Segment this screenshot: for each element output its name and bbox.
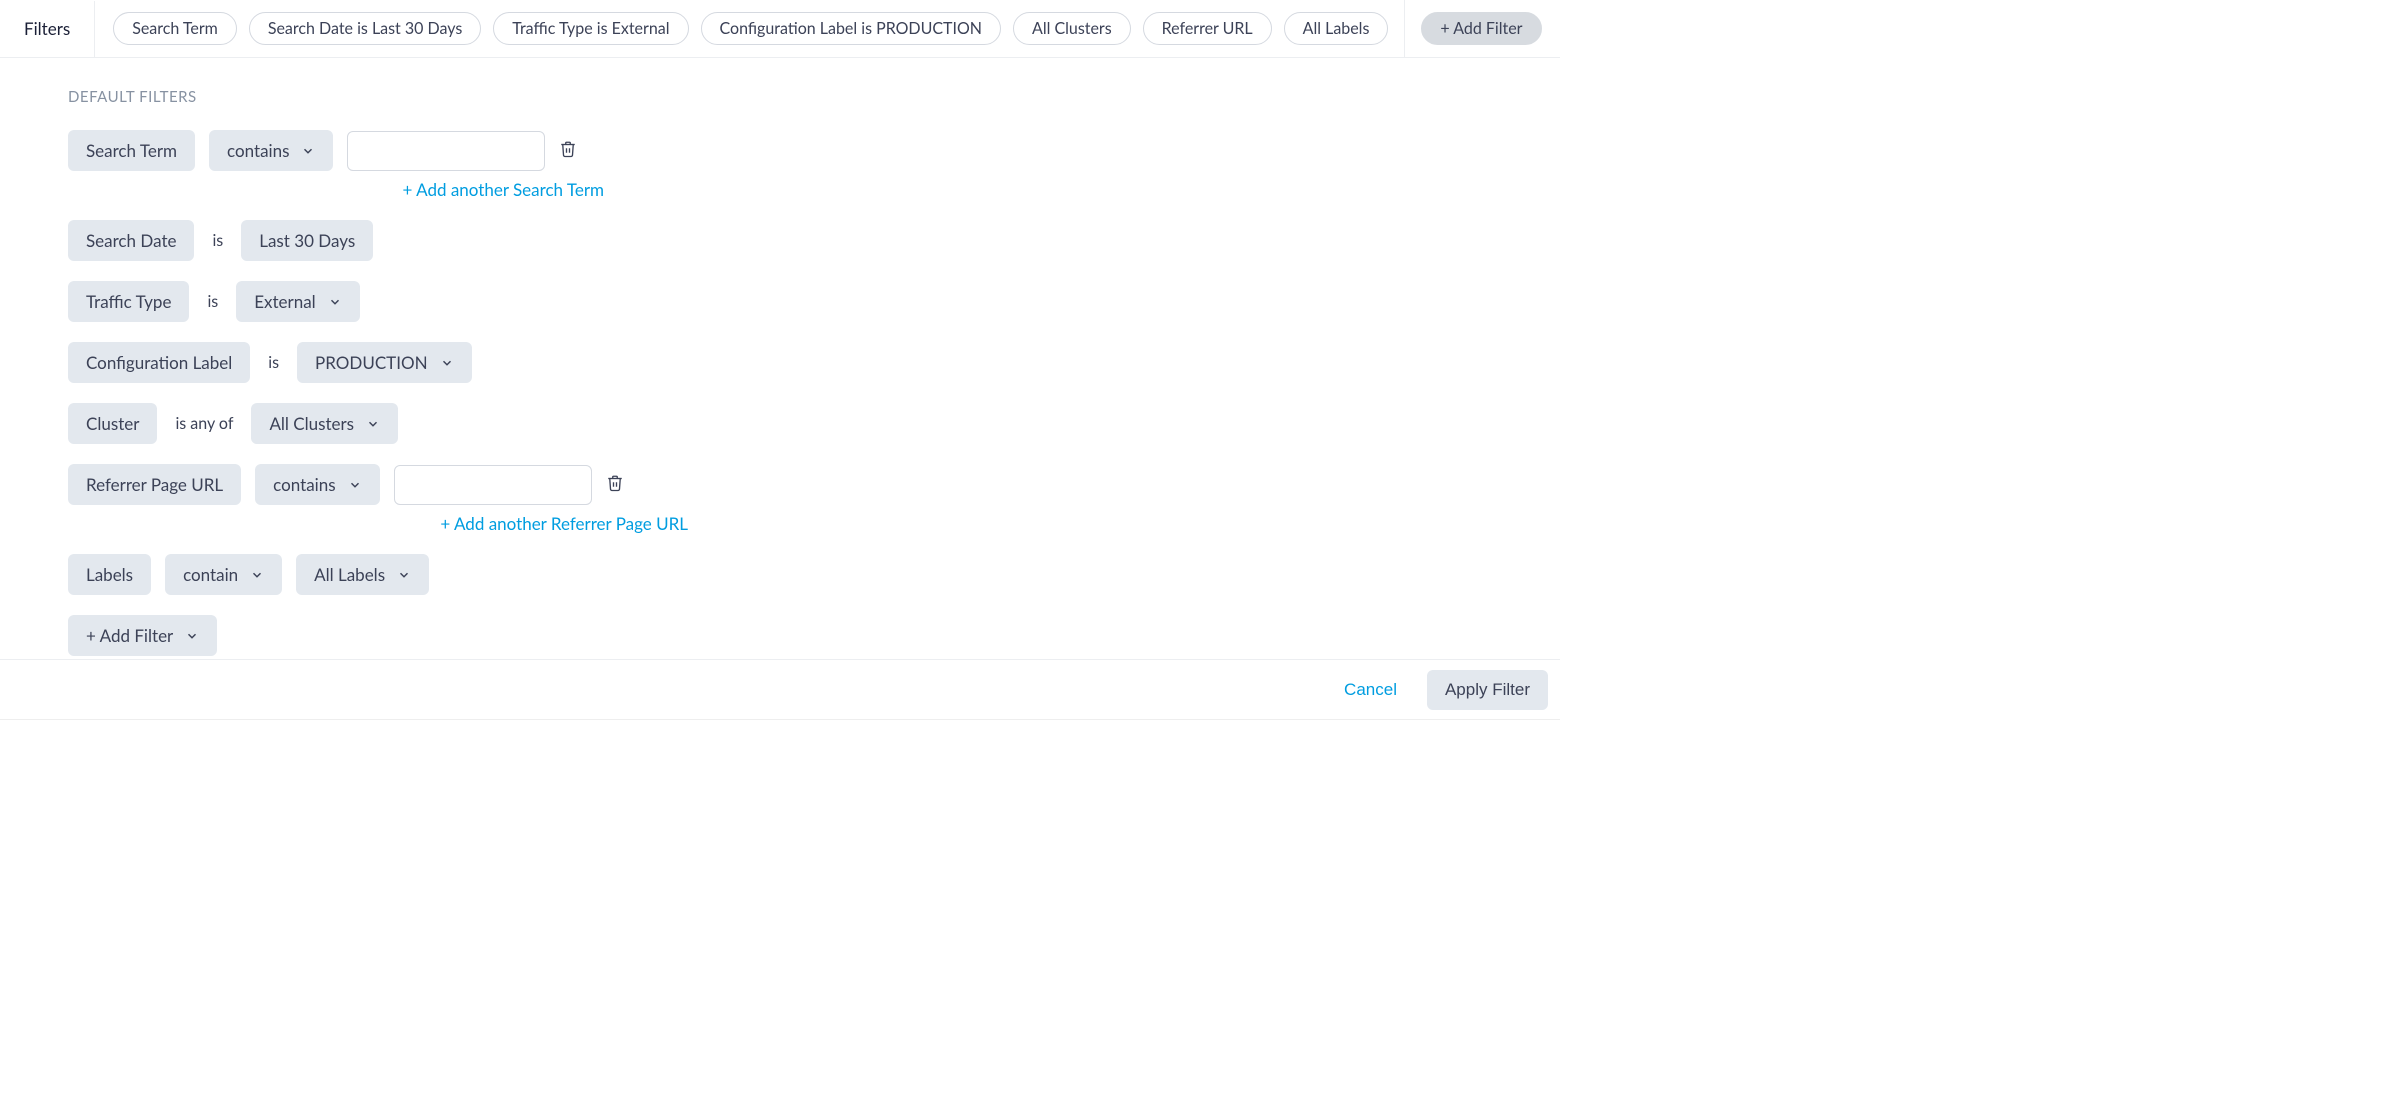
value-chip-traffic-type[interactable]: External (236, 281, 359, 322)
field-chip-traffic-type[interactable]: Traffic Type (68, 281, 189, 322)
pill-configuration-label[interactable]: Configuration Label is PRODUCTION (701, 12, 1002, 45)
pill-search-date[interactable]: Search Date is Last 30 Days (249, 12, 481, 45)
operator-label: contains (273, 474, 335, 495)
chevron-down-icon (440, 356, 454, 370)
pill-all-labels[interactable]: All Labels (1284, 12, 1389, 45)
chevron-down-icon (250, 568, 264, 582)
chevron-down-icon (366, 417, 380, 431)
field-chip-cluster[interactable]: Cluster (68, 403, 157, 444)
add-filter-button[interactable]: + Add Filter (68, 615, 217, 656)
field-chip-search-term[interactable]: Search Term (68, 130, 195, 171)
filter-footer: Cancel Apply Filter (0, 659, 1560, 719)
filter-row-search-date: Search Date is Last 30 Days (68, 220, 1560, 261)
filter-row-traffic-type: Traffic Type is External (68, 281, 1560, 322)
operator-chip-search-term[interactable]: contains (209, 130, 333, 171)
field-chip-referrer-page-url[interactable]: Referrer Page URL (68, 464, 241, 505)
operator-chip-labels[interactable]: contain (165, 554, 282, 595)
value-chip-configuration-label[interactable]: PRODUCTION (297, 342, 472, 383)
value-label: PRODUCTION (315, 352, 428, 373)
field-chip-search-date[interactable]: Search Date (68, 220, 194, 261)
referrer-url-input[interactable] (394, 465, 592, 505)
value-label: All Clusters (269, 413, 354, 434)
operator-text-configuration-label: is (264, 353, 283, 372)
filter-top-bar: Filters Search Term Search Date is Last … (0, 0, 1560, 58)
pill-referrer-url[interactable]: Referrer URL (1143, 12, 1272, 45)
value-label: Last 30 Days (259, 230, 355, 251)
chevron-down-icon (301, 144, 315, 158)
field-chip-labels[interactable]: Labels (68, 554, 151, 595)
pill-all-clusters[interactable]: All Clusters (1013, 12, 1131, 45)
trash-icon (559, 139, 577, 159)
filters-title: Filters (24, 18, 70, 39)
operator-text-cluster: is any of (171, 414, 237, 433)
operator-text-traffic-type: is (203, 292, 222, 311)
chevron-down-icon (328, 295, 342, 309)
pill-traffic-type[interactable]: Traffic Type is External (493, 12, 688, 45)
cancel-button[interactable]: Cancel (1334, 674, 1407, 706)
delete-referrer-button[interactable] (606, 473, 624, 497)
operator-chip-referrer[interactable]: contains (255, 464, 379, 505)
topbar-divider (1404, 0, 1405, 57)
field-label: Cluster (86, 413, 139, 434)
value-chip-search-date[interactable]: Last 30 Days (241, 220, 373, 261)
filter-row-configuration-label: Configuration Label is PRODUCTION (68, 342, 1560, 383)
operator-text-search-date: is (208, 231, 227, 250)
field-label: Labels (86, 564, 133, 585)
operator-label: contain (183, 564, 238, 585)
pill-search-term[interactable]: Search Term (113, 12, 237, 45)
filter-top-bar-title-cell: Filters (0, 1, 95, 57)
add-another-search-term-link[interactable]: + Add another Search Term (68, 179, 604, 200)
add-filter-pill[interactable]: + Add Filter (1421, 12, 1541, 45)
apply-filter-button[interactable]: Apply Filter (1427, 670, 1548, 710)
search-term-input[interactable] (347, 131, 545, 171)
field-chip-configuration-label[interactable]: Configuration Label (68, 342, 250, 383)
section-title-default-filters: DEFAULT FILTERS (68, 88, 1560, 106)
filter-row-cluster: Cluster is any of All Clusters (68, 403, 1560, 444)
field-label: Configuration Label (86, 352, 232, 373)
delete-search-term-button[interactable] (559, 139, 577, 163)
value-label: All Labels (314, 564, 385, 585)
filter-row-search-term: Search Term contains + Add another Searc… (68, 130, 1560, 200)
trash-icon (606, 473, 624, 493)
add-another-referrer-link[interactable]: + Add another Referrer Page URL (68, 513, 688, 534)
filter-row-labels: Labels contain All Labels (68, 554, 1560, 595)
filter-row-referrer-page-url: Referrer Page URL contains + Add another… (68, 464, 1560, 534)
filter-editor-body: DEFAULT FILTERS Search Term contains (0, 58, 1560, 716)
chevron-down-icon (348, 478, 362, 492)
field-label: Search Term (86, 140, 177, 161)
operator-label: contains (227, 140, 289, 161)
chevron-down-icon (397, 568, 411, 582)
field-label: Referrer Page URL (86, 474, 223, 495)
value-chip-labels[interactable]: All Labels (296, 554, 429, 595)
value-label: External (254, 291, 315, 312)
value-chip-cluster[interactable]: All Clusters (251, 403, 398, 444)
add-filter-label: + Add Filter (86, 625, 173, 646)
add-filter-row: + Add Filter (68, 615, 1560, 656)
field-label: Traffic Type (86, 291, 171, 312)
field-label: Search Date (86, 230, 176, 251)
chevron-down-icon (185, 629, 199, 643)
